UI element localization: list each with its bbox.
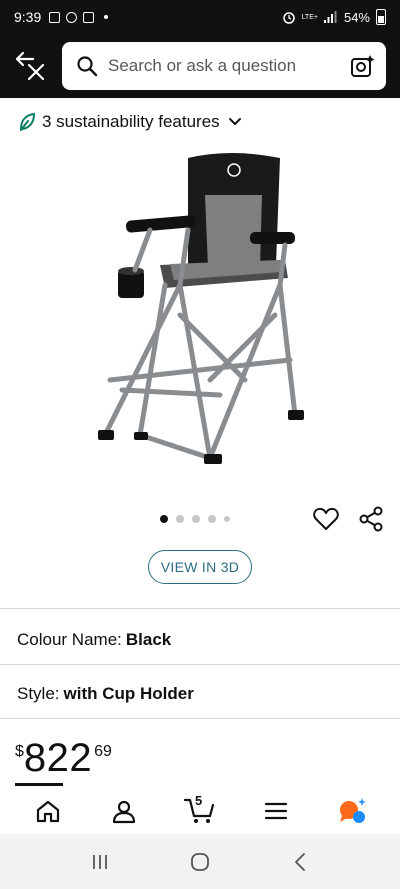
status-right: LTE+ 54% xyxy=(282,9,386,25)
status-bar: 9:39 LTE+ 54% xyxy=(0,0,400,34)
person-icon xyxy=(112,800,136,824)
divider xyxy=(0,608,400,609)
carousel-dot[interactable] xyxy=(224,516,230,522)
back-close-icon xyxy=(15,51,45,81)
carousel-dot[interactable] xyxy=(208,515,216,523)
price-currency: $ xyxy=(15,743,24,760)
battery-icon xyxy=(376,9,386,25)
carousel-dot[interactable] xyxy=(192,515,200,523)
style-value: with Cup Holder xyxy=(63,684,194,703)
notification-icons xyxy=(49,11,109,23)
facebook-icon xyxy=(66,11,78,23)
home-circle-icon xyxy=(191,852,209,871)
carousel-dot[interactable] xyxy=(176,515,184,523)
colour-value: Black xyxy=(125,630,172,649)
cart-count: 5 xyxy=(195,793,203,808)
home-system-button[interactable] xyxy=(180,842,220,882)
chat-assistant-icon xyxy=(340,798,366,823)
sustainability-features-toggle[interactable]: 3 sustainability features xyxy=(18,108,242,136)
carousel-indicator[interactable] xyxy=(160,515,230,523)
view-in-3d-button[interactable]: VIEW IN 3D xyxy=(148,550,252,584)
style-label: Style: xyxy=(17,684,60,703)
app-header: Search or ask a question xyxy=(0,34,400,98)
back-chevron-icon xyxy=(295,852,305,871)
network-type: LTE+ xyxy=(301,13,318,21)
home-tab-indicator xyxy=(15,783,63,786)
recent-apps-icon xyxy=(93,854,107,869)
heart-icon[interactable] xyxy=(312,505,340,533)
price-fraction: 69 xyxy=(94,743,112,760)
status-time: 9:39 xyxy=(14,9,42,25)
alarm-icon xyxy=(282,12,295,24)
sustainability-label: 3 sustainability features xyxy=(42,112,220,131)
search-bar[interactable]: Search or ask a question xyxy=(62,42,386,90)
divider xyxy=(0,718,400,719)
back-close-button[interactable] xyxy=(10,46,50,86)
search-input[interactable]: Search or ask a question xyxy=(108,56,350,76)
nav-home[interactable] xyxy=(28,791,68,831)
search-icon xyxy=(77,56,98,77)
price: $ 822 69 xyxy=(15,735,112,785)
nav-account[interactable] xyxy=(104,791,144,831)
nav-menu[interactable] xyxy=(256,791,296,831)
more-notifications-icon xyxy=(104,15,109,19)
notification-icon xyxy=(49,11,61,23)
bottom-nav: 5 xyxy=(0,788,400,834)
nav-assistant[interactable] xyxy=(332,791,372,831)
chevron-down-icon xyxy=(228,118,241,125)
product-image[interactable] xyxy=(80,140,320,480)
battery-percent: 54% xyxy=(343,9,370,25)
system-nav-bar xyxy=(0,834,400,889)
nav-cart[interactable]: 5 xyxy=(180,791,220,831)
gallery-icon xyxy=(83,11,95,23)
carousel-dot[interactable] xyxy=(160,515,168,523)
hamburger-icon xyxy=(264,802,288,820)
colour-attribute[interactable]: Colour Name: Black xyxy=(17,630,171,650)
divider xyxy=(0,664,400,665)
price-whole: 822 xyxy=(23,736,93,780)
camera-search-icon[interactable] xyxy=(350,53,376,79)
signal-icon xyxy=(323,11,337,23)
style-attribute[interactable]: Style: with Cup Holder xyxy=(17,684,194,704)
recent-apps-button[interactable] xyxy=(80,842,120,882)
share-icon[interactable] xyxy=(357,505,385,533)
home-icon xyxy=(36,800,60,823)
leaf-icon xyxy=(19,112,36,131)
product-page: 9:39 LTE+ 54% Search or ask a question 3… xyxy=(0,0,400,889)
back-system-button[interactable] xyxy=(280,842,320,882)
colour-label: Colour Name: xyxy=(17,630,122,649)
